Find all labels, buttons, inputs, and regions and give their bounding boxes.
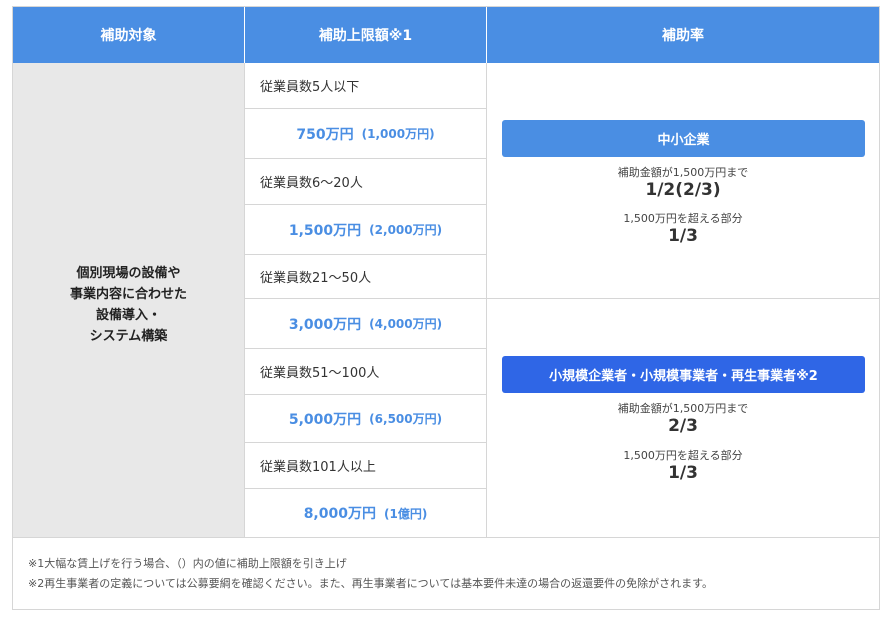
tier-employees: 従業員数5人以下: [260, 80, 360, 95]
tier-amount-row: 5,000万円 (6,500万円): [245, 395, 487, 443]
tier-amount-row: 8,000万円 (1億円): [245, 489, 487, 537]
tier-employees: 従業員数51～100人: [260, 366, 380, 381]
tier-employees-row: 従業員数6～20人: [245, 159, 487, 205]
tier-employees: 従業員数21～50人: [260, 271, 372, 286]
target-description: 個別現場の設備や 事業内容に合わせた 設備導入・ システム構築: [70, 263, 187, 347]
rate-cell-sme: 中小企業 補助金額が1,500万円まで 1/2(2/3) 1,500万円を超える…: [487, 63, 879, 299]
target-line: 事業内容に合わせた: [69, 287, 187, 302]
tier-amount-raised: (4,000万円): [369, 317, 443, 331]
footnote: ※2再生事業者の定義については公募要綱を確認ください。また、再生事業者については…: [28, 577, 714, 590]
tier-amount-row: 1,500万円 (2,000万円): [245, 205, 487, 255]
rate-value: 1/2(2/3): [645, 180, 721, 200]
tier-amount-raised: (1,000万円): [361, 127, 435, 141]
footnote: ※1大幅な賃上げを行う場合、（）内の値に補助上限額を引き上げ: [28, 557, 347, 570]
header-target: 補助対象: [13, 7, 245, 63]
header-rate: 補助率: [487, 7, 879, 63]
header-limit: 補助上限額※1: [245, 7, 487, 63]
subsidy-table: 補助対象 補助上限額※1 補助率 個別現場の設備や 事業内容に合わせた 設備導入…: [12, 6, 880, 610]
limit-column: 従業員数5人以下 750万円 (1,000万円) 従業員数6～20人 1,500…: [245, 63, 487, 537]
rate-value: 1/3: [668, 226, 698, 246]
sme-badge: 中小企業: [502, 120, 865, 157]
footnotes: ※1大幅な賃上げを行う場合、（）内の値に補助上限額を引き上げ ※2再生事業者の定…: [13, 537, 879, 609]
tier-amount: 8,000万円: [303, 506, 376, 522]
tier-employees-row: 従業員数51～100人: [245, 349, 487, 395]
target-line: 個別現場の設備や: [76, 266, 181, 281]
rate-condition: 補助金額が1,500万円まで: [617, 166, 749, 179]
tier-employees-row: 従業員数5人以下: [245, 63, 487, 109]
tier-amount: 750万円: [296, 126, 354, 143]
tier-amount-raised: (2,000万円): [369, 223, 443, 237]
rate-condition: 1,500万円を超える部分: [623, 449, 743, 462]
tier-employees: 従業員数101人以上: [260, 460, 376, 475]
tier-amount-raised: (1億円): [383, 506, 428, 521]
rate-value: 1/3: [668, 463, 698, 483]
tier-amount-row: 3,000万円 (4,000万円): [245, 299, 487, 349]
tier-employees: 従業員数6～20人: [260, 176, 363, 191]
tier-employees-row: 従業員数21～50人: [245, 255, 487, 299]
rate-value: 2/3: [668, 416, 698, 436]
target-line: 設備導入・: [95, 308, 161, 323]
tier-amount-row: 750万円 (1,000万円): [245, 109, 487, 159]
tier-amount: 1,500万円: [288, 222, 362, 239]
rate-cell-small-business: 小規模企業者・小規模事業者・再生事業者※2 補助金額が1,500万円まで 2/3…: [487, 299, 879, 537]
tier-amount: 3,000万円: [288, 316, 362, 333]
rate-condition: 1,500万円を超える部分: [623, 212, 743, 225]
tier-amount-raised: (6,500万円): [369, 412, 443, 426]
target-cell: 個別現場の設備や 事業内容に合わせた 設備導入・ システム構築: [13, 63, 245, 537]
small-business-badge: 小規模企業者・小規模事業者・再生事業者※2: [502, 356, 865, 393]
tier-amount: 5,000万円: [288, 411, 362, 428]
target-line: システム構築: [89, 329, 168, 344]
rate-condition: 補助金額が1,500万円まで: [617, 402, 749, 415]
tier-employees-row: 従業員数101人以上: [245, 443, 487, 489]
